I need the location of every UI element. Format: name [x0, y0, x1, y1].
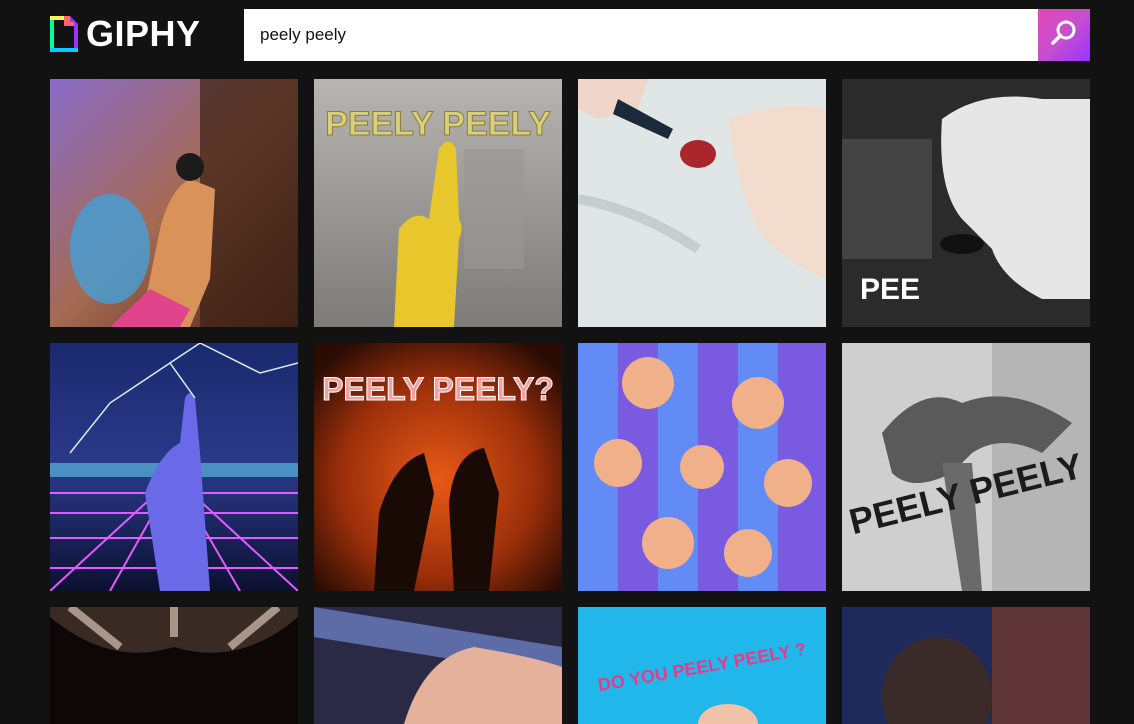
- header: GIPHY: [0, 0, 1134, 70]
- gif-caption: PEELY PEELY: [325, 105, 552, 144]
- gif-result-1[interactable]: [50, 79, 298, 327]
- logo-text: GIPHY: [86, 13, 201, 54]
- gif-result-7[interactable]: [578, 343, 826, 591]
- gif-result-5[interactable]: [50, 343, 298, 591]
- gif-result-11[interactable]: DO YOU PEELY PEELY ?: [578, 607, 826, 724]
- giphy-page: GIPHY peely peely PEELY PEELY PEE PEELY …: [0, 0, 1134, 724]
- gif-thumbnail: [50, 607, 298, 724]
- gif-thumbnail: [578, 343, 826, 591]
- gif-result-12[interactable]: [842, 607, 1090, 724]
- gif-thumbnail: [50, 343, 298, 591]
- search-button[interactable]: [1038, 9, 1090, 61]
- search-input[interactable]: [244, 9, 1038, 61]
- gif-thumbnail: [50, 79, 298, 327]
- gif-result-9[interactable]: [50, 607, 298, 724]
- search-bar: [244, 9, 1090, 61]
- giphy-logo[interactable]: GIPHY: [50, 13, 201, 54]
- gif-thumbnail: [842, 607, 1090, 724]
- gif-result-2[interactable]: PEELY PEELY: [314, 79, 562, 327]
- gif-result-8[interactable]: PEELY PEELY: [842, 343, 1090, 591]
- gif-thumbnail: [314, 607, 562, 724]
- search-icon: [1049, 18, 1079, 53]
- gif-result-6[interactable]: PEELY PEELY?: [314, 343, 562, 591]
- gif-thumbnail: [578, 79, 826, 327]
- gif-result-4[interactable]: PEE: [842, 79, 1090, 327]
- giphy-logo-icon: [50, 16, 78, 52]
- gif-result-3[interactable]: [578, 79, 826, 327]
- gif-caption: PEE: [860, 273, 921, 306]
- gif-result-10[interactable]: [314, 607, 562, 724]
- gif-caption: PEELY PEELY?: [322, 371, 555, 408]
